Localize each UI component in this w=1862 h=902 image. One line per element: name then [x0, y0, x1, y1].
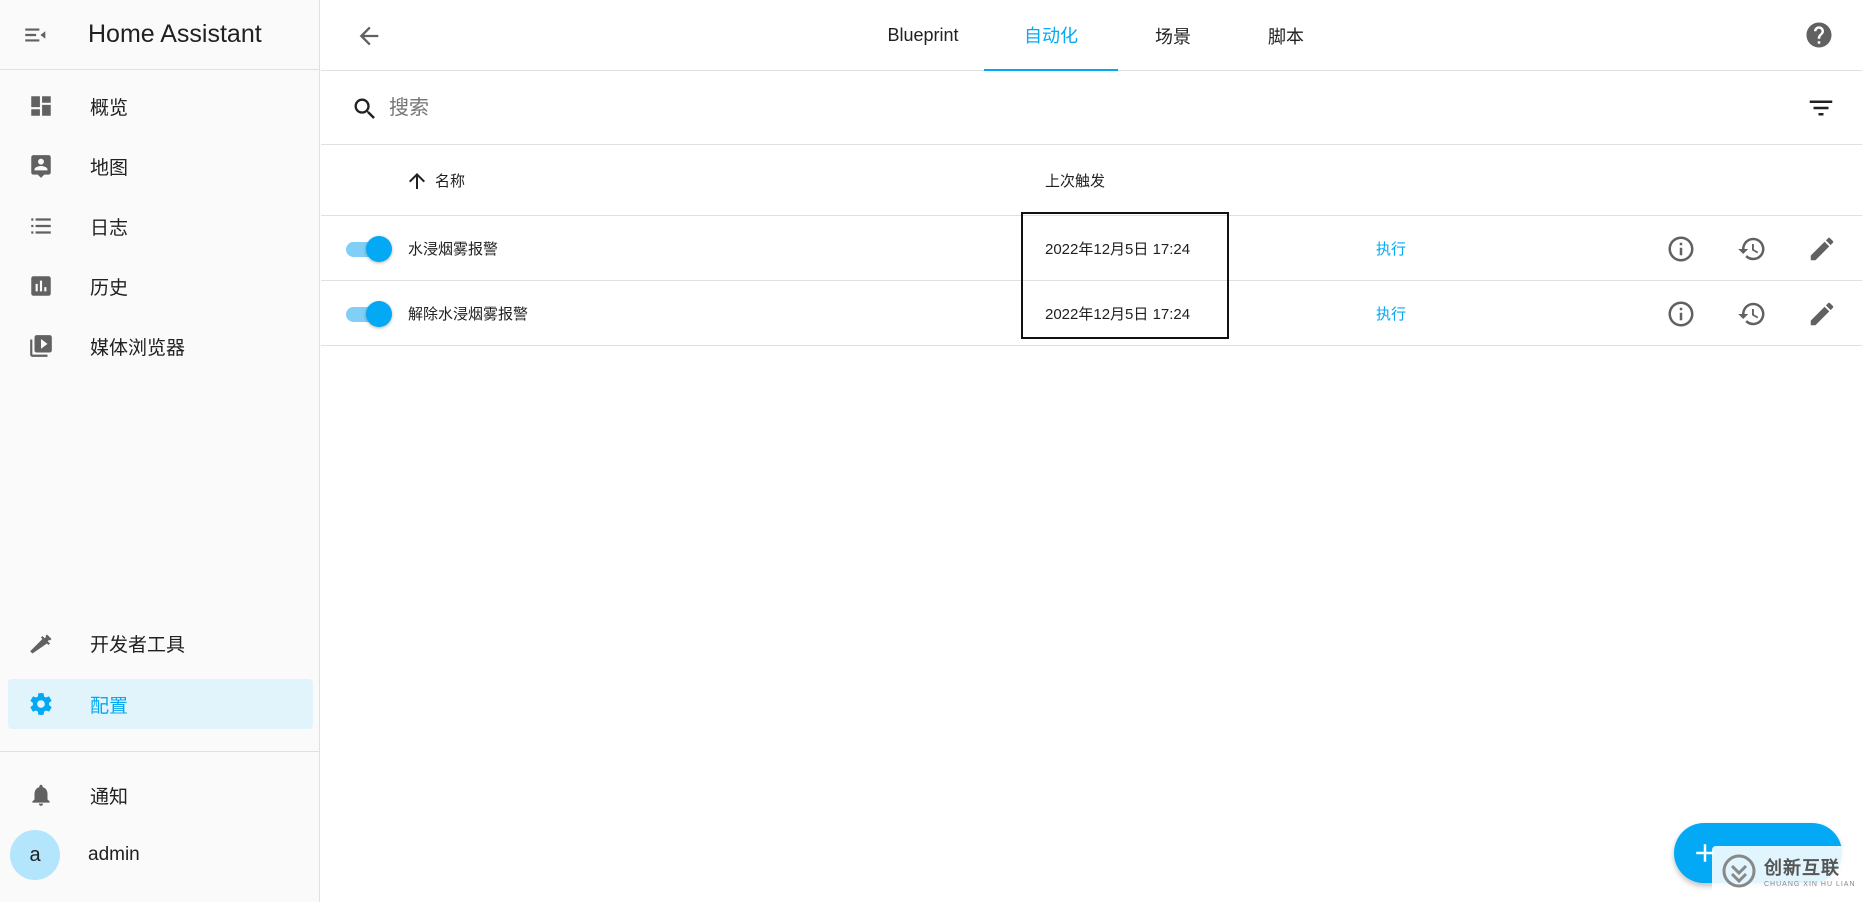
sidebar-item-overview[interactable]: 概览 [8, 81, 313, 131]
column-header-name[interactable]: 名称 [405, 145, 465, 216]
watermark-sub: CHUANG XIN HU LIAN [1764, 881, 1856, 888]
run-button[interactable]: 执行 [1376, 216, 1406, 281]
sidebar-item-media-browser[interactable]: 媒体浏览器 [8, 321, 313, 371]
watermark-text: 创新互联 CHUANG XIN HU LIAN [1764, 854, 1856, 888]
chart-box-icon [14, 273, 68, 299]
pencil-icon[interactable] [1807, 234, 1837, 264]
sidebar-divider [0, 751, 320, 752]
sidebar-item-label: 历史 [90, 277, 129, 299]
sidebar-header: Home Assistant [0, 0, 319, 70]
sidebar-item-notifications[interactable]: 通知 [8, 770, 313, 820]
automation-toggle[interactable] [346, 236, 392, 262]
pencil-icon[interactable] [1807, 299, 1837, 329]
watermark: 创新互联 CHUANG XIN HU LIAN [1712, 846, 1858, 896]
search-bar [321, 71, 1862, 145]
automation-name: 解除水浸烟雾报警 [408, 306, 529, 323]
tab-scenes[interactable]: 场景 [1118, 0, 1228, 71]
back-arrow-icon[interactable] [355, 22, 383, 50]
column-header-label: 名称 [435, 173, 466, 190]
menu-collapse-icon[interactable] [22, 22, 48, 48]
tab-blueprint[interactable]: Blueprint [857, 0, 989, 71]
information-icon[interactable] [1666, 234, 1696, 264]
help-circle-icon[interactable] [1804, 20, 1834, 50]
table-header: 名称 上次触发 [321, 145, 1862, 216]
sidebar-item-history[interactable]: 历史 [8, 261, 313, 311]
hammer-icon [14, 630, 68, 656]
sidebar-item-logbook[interactable]: 日志 [8, 201, 313, 251]
sidebar-item-label: 媒体浏览器 [90, 337, 186, 359]
watermark-main: 创新互联 [1764, 858, 1840, 878]
gear-icon [14, 691, 68, 717]
avatar: a [10, 830, 60, 880]
search-icon [351, 95, 379, 123]
toggle-thumb [366, 236, 392, 262]
tab-scripts[interactable]: 脚本 [1228, 0, 1344, 71]
last-triggered-value: 2022年12月5日 17:24 [1045, 306, 1191, 323]
automation-toggle[interactable] [346, 301, 392, 327]
sidebar-item-label: 概览 [90, 97, 129, 119]
information-icon[interactable] [1666, 299, 1696, 329]
sidebar-item-configuration[interactable]: 配置 [8, 679, 313, 729]
sidebar-item-developer-tools[interactable]: 开发者工具 [8, 618, 313, 668]
table-row[interactable]: 解除水浸烟雾报警 2022年12月5日 17:24 执行 [321, 281, 1862, 346]
sidebar: Home Assistant 概览 地图 日志 历史 媒体浏览器 开发者工具 配… [0, 0, 320, 902]
last-triggered-value: 2022年12月5日 17:24 [1045, 241, 1191, 258]
sidebar-item-label: 配置 [90, 695, 129, 717]
toggle-thumb [366, 301, 392, 327]
filter-icon[interactable] [1806, 93, 1836, 123]
app-title: Home Assistant [88, 20, 262, 48]
column-header-last-triggered[interactable]: 上次触发 [1045, 145, 1105, 216]
history-icon[interactable] [1737, 299, 1767, 329]
sidebar-item-profile[interactable]: a admin [8, 829, 313, 881]
dashboard-icon [14, 93, 68, 119]
top-app-bar: Blueprint 自动化 场景 脚本 [321, 0, 1862, 71]
sort-arrow-up-icon [405, 169, 429, 193]
format-list-icon [14, 213, 68, 239]
sidebar-item-label: 日志 [90, 217, 129, 239]
user-name: admin [88, 844, 140, 865]
history-icon[interactable] [1737, 234, 1767, 264]
sidebar-item-map[interactable]: 地图 [8, 141, 313, 191]
sidebar-item-label: 通知 [90, 786, 129, 808]
run-button[interactable]: 执行 [1376, 281, 1406, 346]
bell-icon [14, 782, 68, 808]
table-row[interactable]: 水浸烟雾报警 2022年12月5日 17:24 执行 [321, 216, 1862, 281]
automation-name: 水浸烟雾报警 [408, 241, 499, 258]
sidebar-item-label: 地图 [90, 157, 129, 179]
tab-automation[interactable]: 自动化 [984, 0, 1118, 71]
main-panel: Blueprint 自动化 场景 脚本 名称 上次触发 水浸烟雾报警 [321, 0, 1862, 902]
search-input[interactable] [389, 89, 1689, 127]
play-box-multiple-icon [14, 333, 68, 359]
sidebar-item-label: 开发者工具 [90, 634, 186, 656]
map-account-icon [14, 153, 68, 179]
watermark-logo-icon [1722, 854, 1756, 888]
